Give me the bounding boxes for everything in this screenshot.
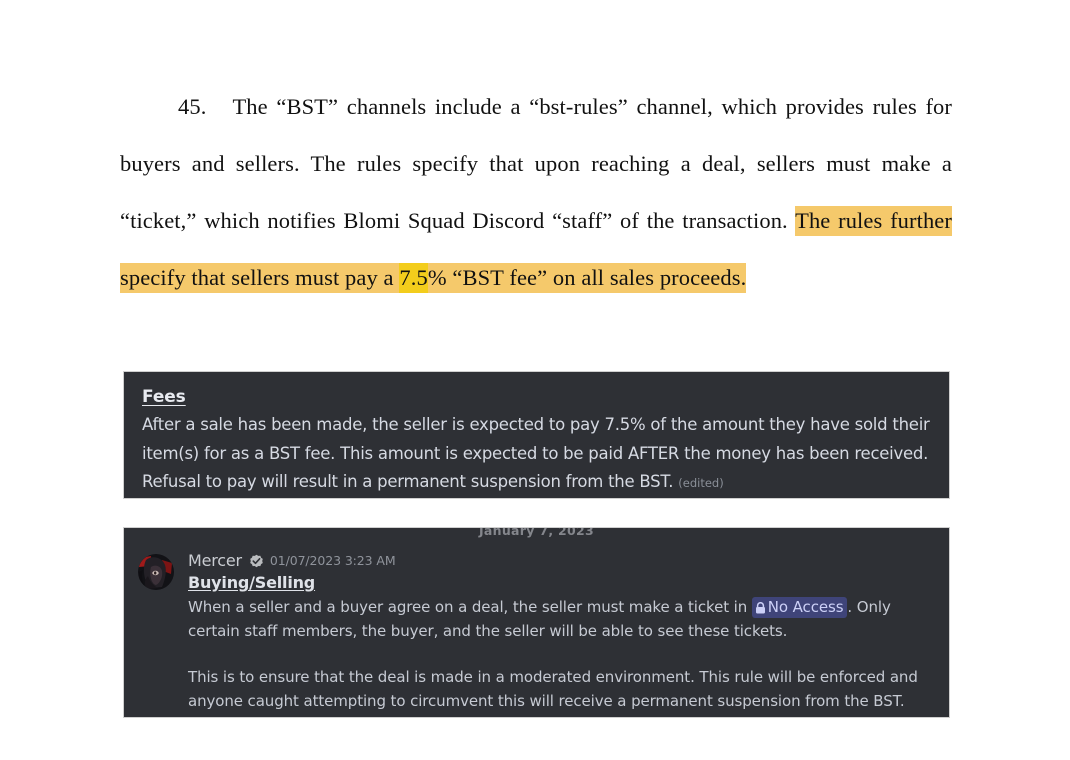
channel-mention-no-access[interactable]: No Access — [751, 597, 848, 618]
date-divider: January 7, 2023 — [124, 528, 949, 542]
message-heading: Buying/Selling — [188, 573, 316, 592]
message-paragraph-1-before: When a seller and a buyer agree on a dea… — [188, 598, 752, 616]
date-divider-label: January 7, 2023 — [478, 528, 595, 538]
paragraph-number: 45. — [178, 94, 207, 119]
edited-label: (edited) — [678, 476, 724, 490]
paragraph-fee-percent-highlighted: 7.5 — [399, 263, 428, 293]
fees-body-sentence: After a sale has been made, the seller i… — [142, 415, 930, 491]
avatar-image — [138, 554, 174, 590]
message-paragraph-1: When a seller and a buyer agree on a dea… — [188, 595, 931, 643]
message-timestamp: 01/07/2023 3:23 AM — [269, 553, 396, 568]
verified-check-icon — [249, 554, 264, 569]
fees-body-text: After a sale has been made, the seller i… — [142, 411, 931, 498]
paragraph-45: 45. The “BST” channels include a “bst-rul… — [120, 78, 952, 306]
message-author[interactable]: Mercer — [188, 552, 242, 570]
paragraph-text-highlighted-tail: % “BST fee” on all sales proceeds. — [427, 263, 747, 293]
lock-icon — [755, 602, 766, 614]
message-content: Mercer 01/07/2023 3:23 AM Buying/Selling… — [188, 552, 931, 713]
discord-message-screenshot: January 7, 2023 Mercer 01/07/2023 3:23 A… — [123, 527, 950, 718]
message-paragraph-2: This is to ensure that the deal is made … — [188, 668, 918, 710]
channel-mention-label: No Access — [767, 598, 844, 616]
discord-fees-screenshot: Fees After a sale has been made, the sel… — [123, 371, 950, 499]
avatar[interactable] — [138, 554, 174, 590]
message-header: Mercer 01/07/2023 3:23 AM — [188, 552, 931, 570]
message-row: Mercer 01/07/2023 3:23 AM Buying/Selling… — [124, 542, 949, 713]
fees-heading: Fees — [142, 387, 186, 407]
document-paragraph-block: 45. The “BST” channels include a “bst-rul… — [120, 78, 952, 306]
